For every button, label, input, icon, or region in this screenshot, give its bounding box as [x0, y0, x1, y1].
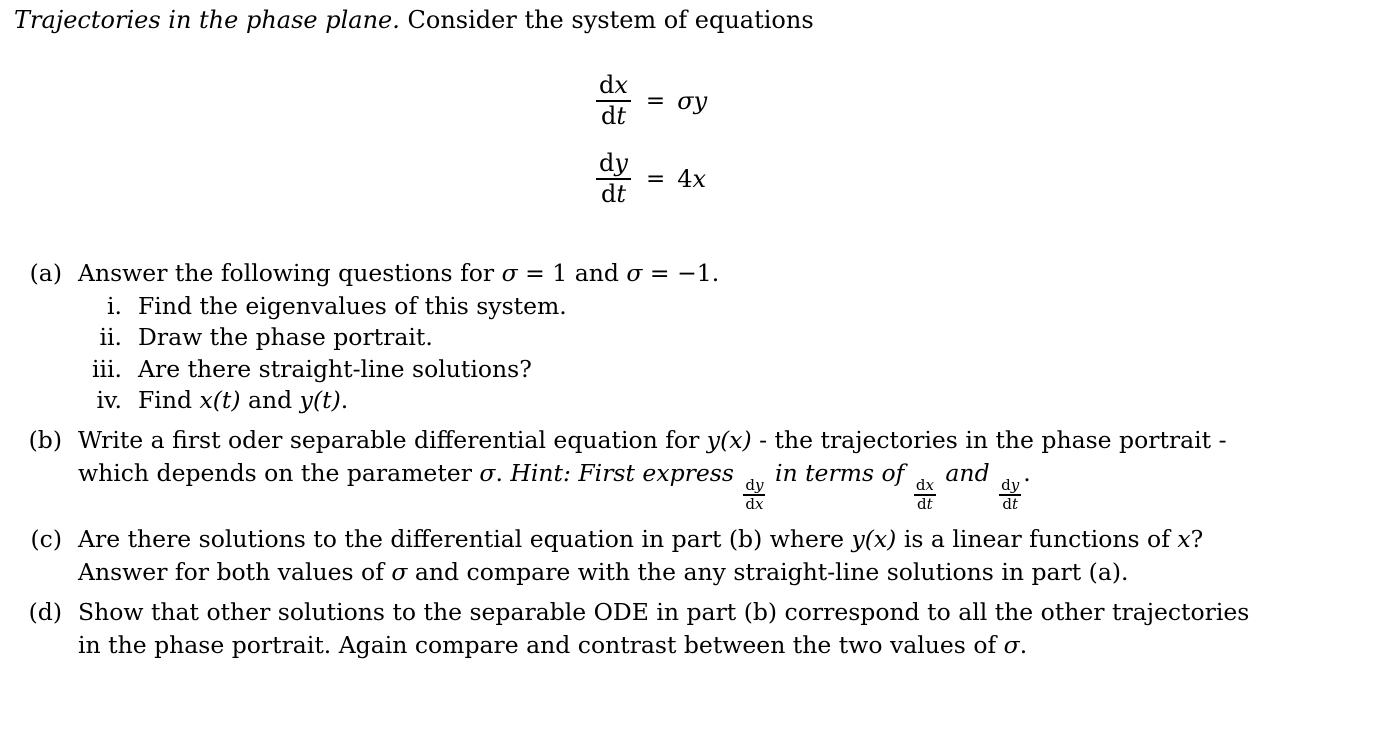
item-body-b: Write a first oder separable differentia… — [78, 425, 1360, 514]
sub-item-label-iii: iii. — [91, 354, 122, 383]
fraction-dy-dt: dy dt — [999, 476, 1022, 514]
differential-d: d — [915, 476, 926, 495]
list-item-b: (b) Write a first oder separable differe… — [0, 425, 1374, 514]
sub-item-ii: ii. Draw the phase portrait. — [78, 323, 1360, 351]
variable-y: y — [614, 149, 628, 178]
differential-d: d — [1002, 495, 1012, 514]
variable-y: y — [1010, 476, 1020, 495]
item-d-line1: Show that other solutions to the separab… — [78, 597, 1250, 626]
fraction-denominator: dt — [598, 102, 629, 130]
problem-list: (a) Answer the following questions for σ… — [0, 259, 1374, 668]
equation-block: dx dt = σy dy dt = 4x — [0, 62, 1374, 218]
equation-dxdt: dx dt = σy — [0, 62, 1374, 140]
differential-d: d — [599, 149, 615, 178]
sub-item-iii: iii. Are there straight-line solutions? — [78, 354, 1360, 383]
list-item-a: (a) Answer the following questions for σ… — [0, 259, 1374, 414]
equation-rhs: 4x — [677, 167, 706, 191]
sub-item-label-i: i. — [107, 291, 122, 320]
item-body-c: Are there solutions to the differential … — [78, 524, 1360, 587]
fraction-numerator: dx — [596, 72, 631, 100]
item-label-c: (c) — [30, 524, 63, 553]
variable-t: t — [926, 495, 933, 514]
fraction-dy-dx: dy dx — [743, 476, 766, 514]
equation-dydt: dy dt = 4x — [0, 140, 1374, 218]
variable-t: t — [616, 179, 626, 208]
equals-sign: = — [645, 165, 666, 192]
fraction-dx-dt: dx dt — [913, 476, 936, 514]
sub-item-label-iv: iv. — [96, 386, 122, 414]
equals-sign: = — [645, 87, 666, 114]
variable-x: x — [754, 495, 764, 514]
item-label-b: (b) — [28, 425, 62, 454]
variable-t: t — [1011, 495, 1018, 514]
sub-item-i: i. Find the eigenvalues of this system. — [78, 291, 1360, 320]
parameter-sigma: σ — [1003, 631, 1020, 660]
differential-d: d — [1001, 476, 1011, 495]
parameter-sigma: σ — [501, 259, 518, 287]
fraction-dx-dt: dx dt — [596, 72, 631, 129]
differential-d: d — [745, 476, 755, 495]
item-c-line2: Answer for both values of σ and compare … — [78, 558, 1129, 587]
function-y-of-x: y(x) — [706, 425, 752, 454]
variable-x: x — [925, 476, 934, 495]
item-b-line1: Write a first oder separable differentia… — [78, 425, 1227, 454]
function-y-of-x: y(x) — [851, 524, 897, 553]
variable-y: y — [754, 476, 764, 495]
sub-item-iv: iv. Find x(t) and y(t). — [78, 386, 1360, 414]
document-page: Trajectories in the phase plane. Conside… — [0, 0, 1374, 754]
variable-t: t — [616, 101, 626, 130]
sub-item-label-ii: ii. — [99, 323, 122, 351]
fraction-denominator: dt — [598, 180, 629, 208]
item-body-d: Show that other solutions to the separab… — [78, 597, 1360, 660]
item-body-a: Answer the following questions for σ = 1… — [78, 259, 1360, 414]
equation-rhs: σy — [677, 89, 707, 113]
sub-item-text-iii: Are there straight-line solutions? — [138, 354, 532, 383]
sub-item-text-ii: Draw the phase portrait. — [138, 323, 433, 351]
coefficient-4: 4 — [677, 165, 693, 193]
variable-x: x — [614, 71, 628, 100]
function-y-of-t: y(t) — [299, 386, 341, 414]
differential-d: d — [917, 495, 927, 514]
sub-list-roman: i. Find the eigenvalues of this system. … — [78, 291, 1360, 414]
item-a-text: Answer the following questions for σ = 1… — [78, 259, 720, 287]
fraction-numerator: dy — [596, 150, 631, 178]
differential-d: d — [600, 179, 617, 208]
list-item-d: (d) Show that other solutions to the sep… — [0, 597, 1374, 660]
intro-line: Trajectories in the phase plane. Conside… — [14, 8, 814, 32]
parameter-sigma: σ — [626, 259, 643, 287]
item-b-line2: which depends on the parameter σ. Hint: … — [78, 459, 1031, 514]
item-label-a: (a) — [29, 259, 62, 287]
sub-item-text-iv: Find x(t) and y(t). — [138, 386, 349, 414]
function-x-of-t: x(t) — [199, 386, 241, 414]
parameter-sigma: σ — [479, 459, 496, 487]
fraction-dy-dt: dy dt — [596, 150, 631, 207]
hint-text: Hint: First express dy dx in terms of dx d… — [510, 459, 1031, 514]
problem-title: Trajectories in the phase plane. — [14, 6, 400, 34]
variable-y: y — [693, 87, 708, 115]
sub-item-text-i: Find the eigenvalues of this system. — [138, 291, 567, 320]
parameter-sigma: σ — [677, 87, 694, 115]
item-label-d: (d) — [28, 597, 62, 626]
item-d-line2: in the phase portrait. Again compare and… — [78, 631, 1028, 660]
differential-d: d — [600, 101, 617, 130]
variable-x: x — [692, 165, 707, 193]
item-c-line1: Are there solutions to the differential … — [78, 524, 1204, 553]
variable-x: x — [1177, 524, 1191, 553]
differential-d: d — [599, 71, 615, 100]
parameter-sigma: σ — [391, 558, 408, 587]
intro-lead-text: Consider the system of equations — [407, 6, 814, 34]
list-item-c: (c) Are there solutions to the different… — [0, 524, 1374, 587]
differential-d: d — [745, 495, 755, 514]
